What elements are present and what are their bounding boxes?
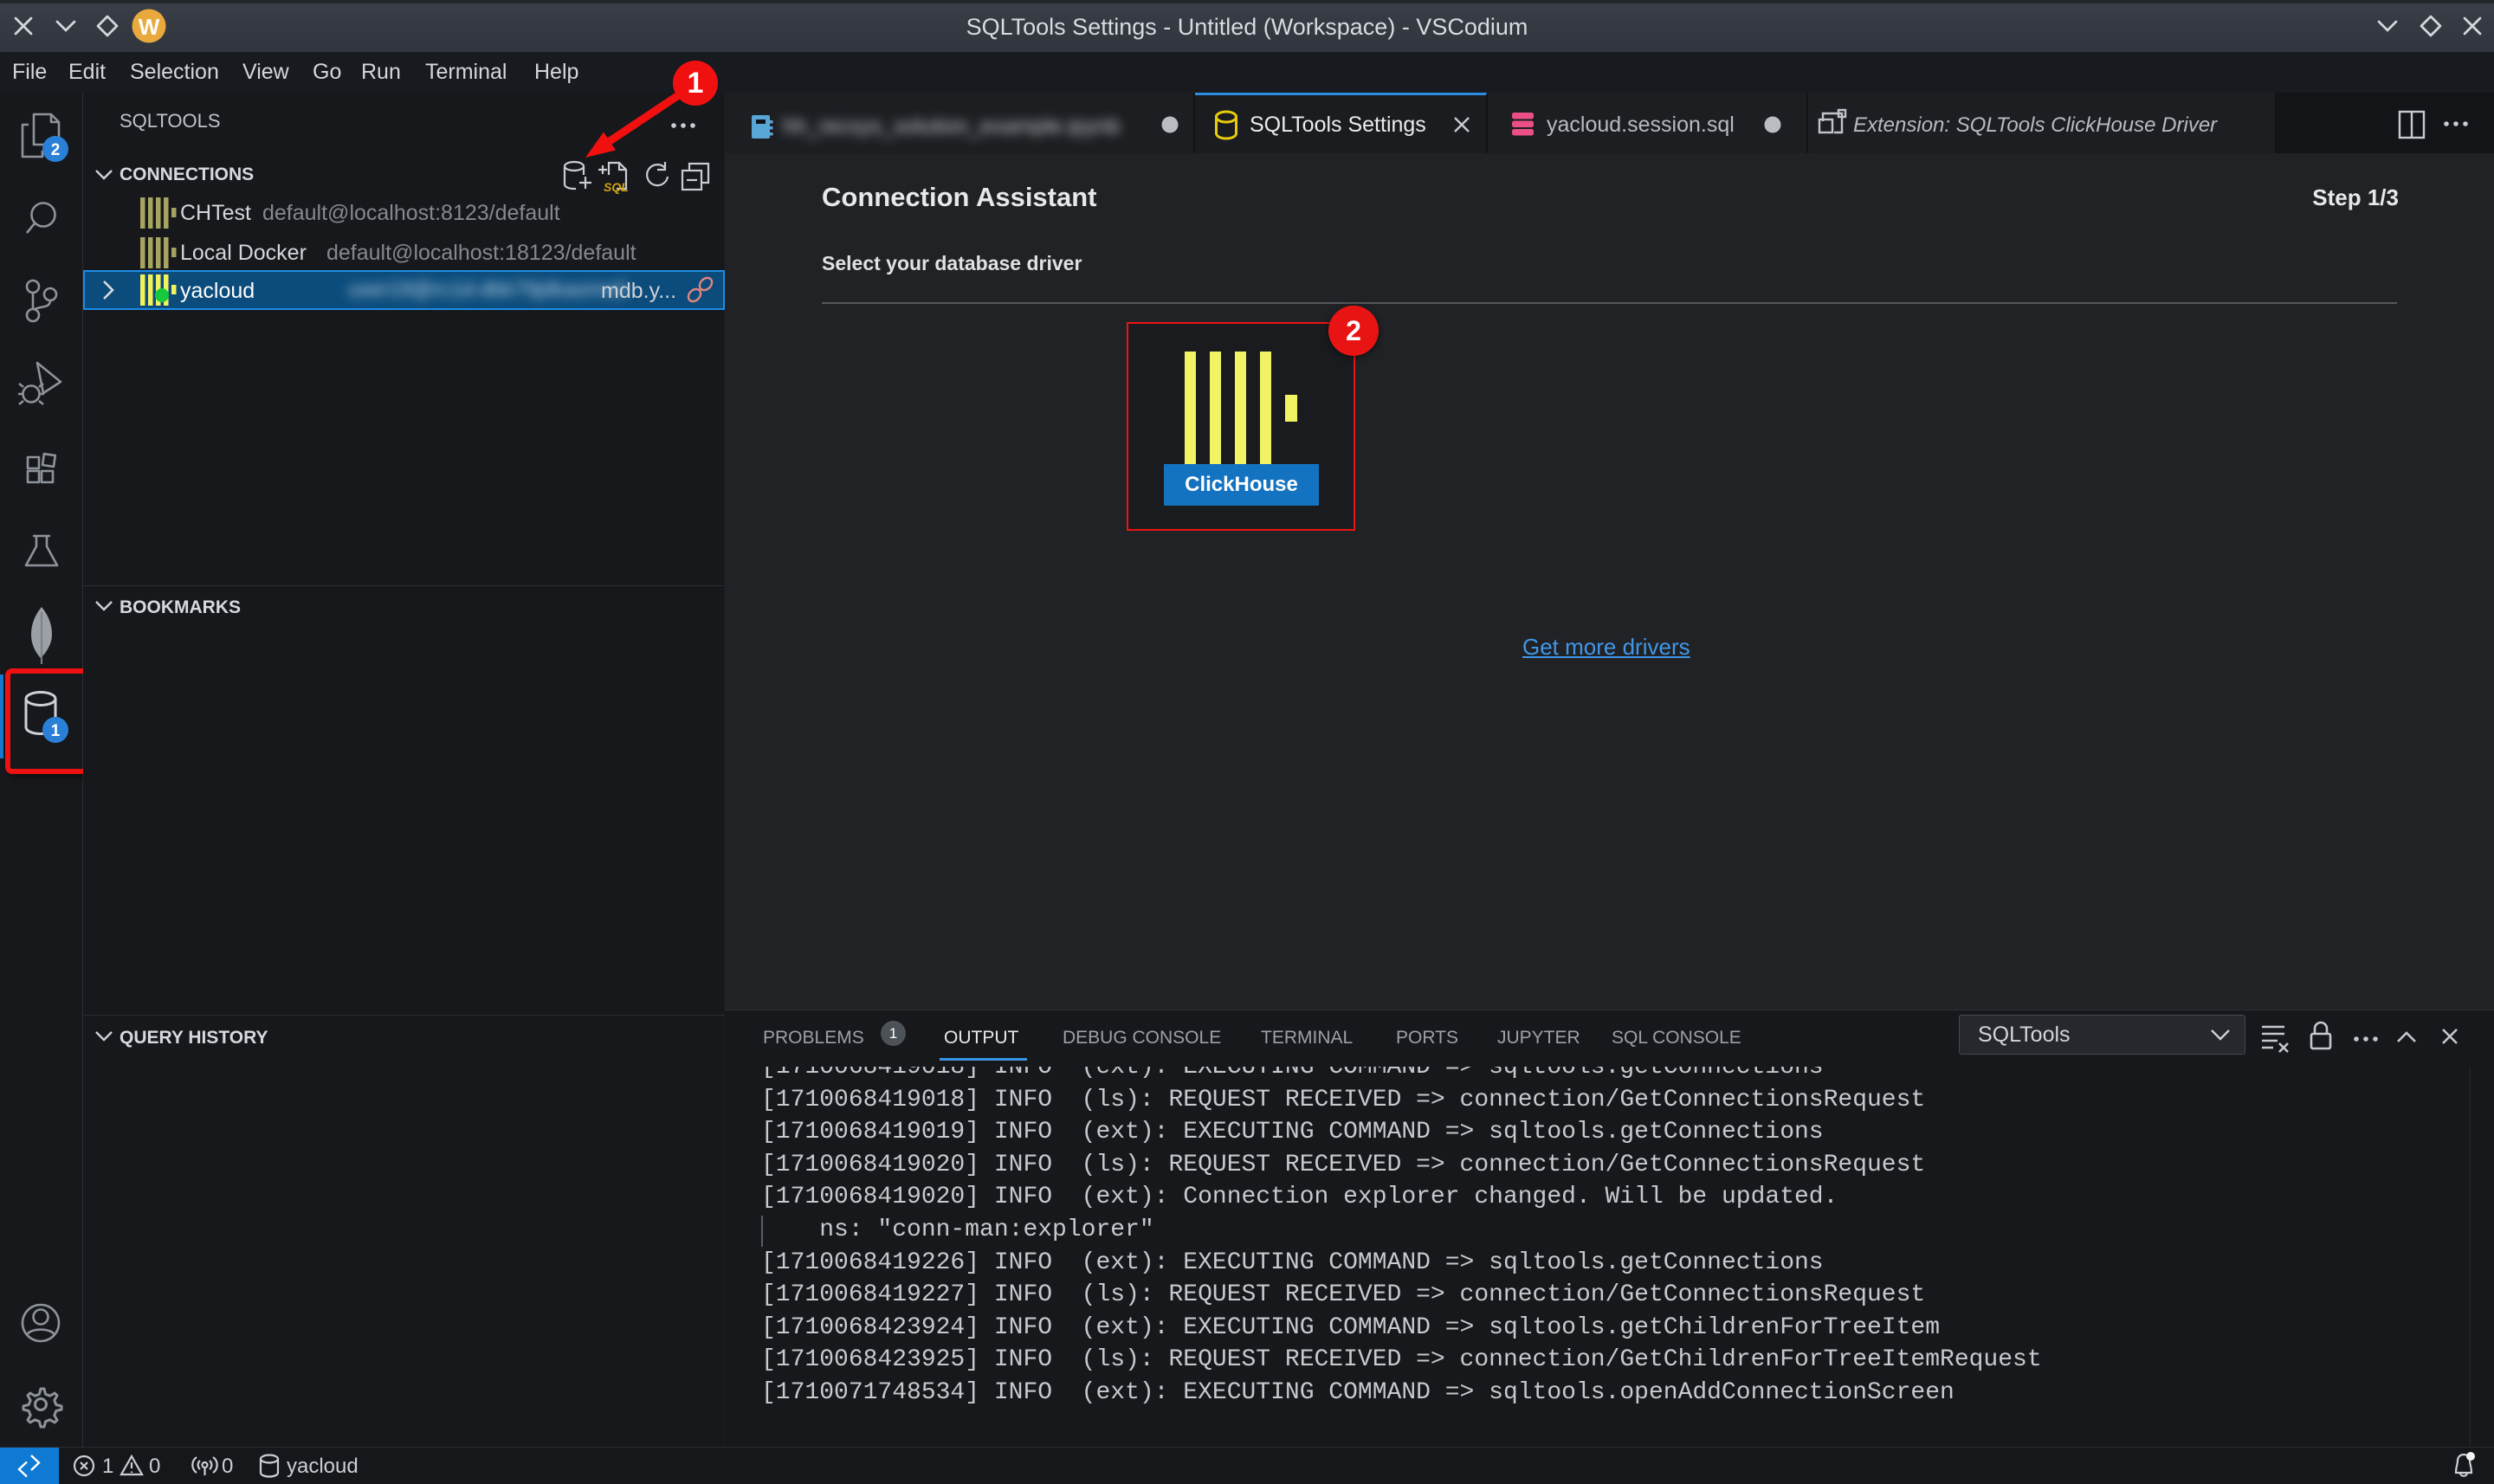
- svg-text:2: 2: [51, 141, 61, 159]
- svg-text:yacloud: yacloud: [287, 1455, 359, 1478]
- svg-text:Local Docker: Local Docker: [180, 241, 307, 265]
- svg-text:default@localhost:18123/defaul: default@localhost:18123/default: [326, 241, 636, 265]
- svg-text:0: 0: [149, 1455, 160, 1478]
- svg-text:0: 0: [222, 1455, 233, 1478]
- svg-text:BOOKMARKS: BOOKMARKS: [120, 597, 241, 617]
- svg-text:QUERY HISTORY: QUERY HISTORY: [120, 1028, 268, 1048]
- svg-text:1: 1: [102, 1455, 113, 1478]
- svg-text:W: W: [139, 14, 160, 40]
- svg-text:CHTest: CHTest: [180, 201, 251, 225]
- svg-text:CONNECTIONS: CONNECTIONS: [120, 165, 254, 184]
- svg-text:yacloud: yacloud: [180, 279, 255, 303]
- svg-text:SQLTools Settings: SQLTools Settings: [1250, 113, 1426, 137]
- svg-text:1: 1: [688, 67, 704, 100]
- svg-text:Extension: SQLTools ClickHouse: Extension: SQLTools ClickHouse Driver: [1853, 113, 2218, 137]
- svg-text:yacloud.session.sql: yacloud.session.sql: [1547, 113, 1735, 137]
- svg-text:default@localhost:8123/default: default@localhost:8123/default: [262, 201, 560, 225]
